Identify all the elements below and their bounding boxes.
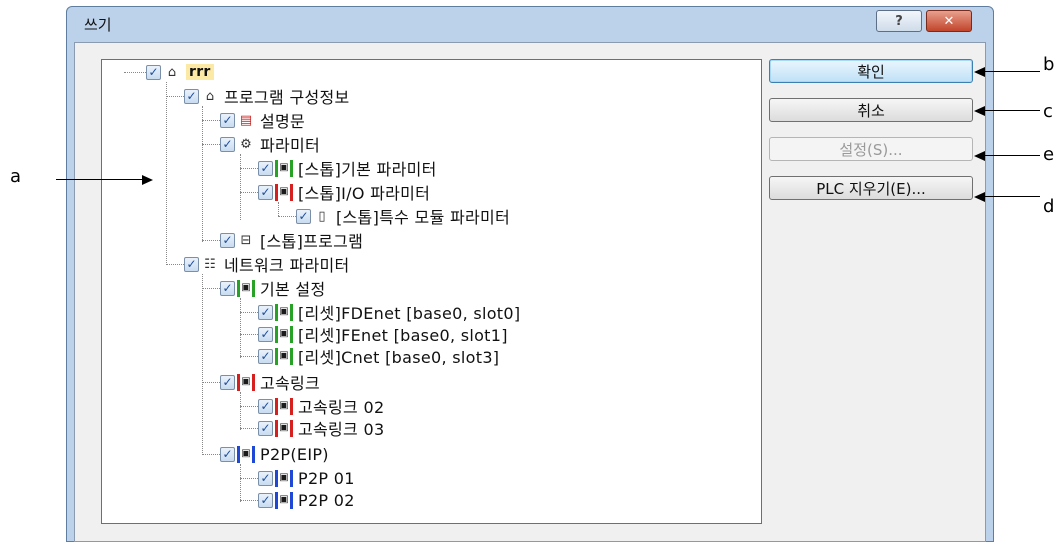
tree-node-highspeed-link[interactable]: ✓ ▣ 고속링크: [220, 371, 320, 393]
blue-module-icon: ▣: [237, 445, 255, 463]
tree-node-basic-parameter[interactable]: ✓ ▣ [스톱]기본 파라미터: [258, 157, 437, 179]
tree-node-label: [스톱]I/O 파라미터: [298, 184, 431, 203]
tree-node-label: 설명문: [260, 112, 306, 131]
write-items-tree[interactable]: ✓ ⌂ rrr ✓ ⌂ 프로그램 구성정보 ✓ ▤ 설명문 ✓ ⚙ 파라미터 ✓…: [101, 59, 762, 524]
callout-b-arrow: [984, 71, 1040, 72]
tree-node-label: [스톱]특수 모듈 파라미터: [336, 208, 511, 227]
tree-node-network-parameter[interactable]: ✓ ☷ 네트워크 파라미터: [184, 253, 350, 275]
program-icon: ⊟: [240, 232, 252, 248]
checkbox[interactable]: ✓: [220, 136, 235, 152]
checkbox[interactable]: ✓: [220, 446, 235, 462]
red-module-icon: ▣: [275, 397, 293, 415]
tree-node-highspeed-link-03[interactable]: ✓ ▣ 고속링크 03: [258, 417, 384, 439]
tree-node-cnet[interactable]: ✓ ▣ [리셋]Cnet [base0, slot3]: [258, 345, 499, 367]
special-module-icon: ▯: [318, 208, 326, 224]
checkbox[interactable]: ✓: [258, 326, 273, 342]
checkbox[interactable]: ✓: [220, 280, 235, 296]
io-parameter-icon: ▣: [275, 183, 293, 201]
callout-d: d: [1043, 196, 1055, 217]
tree-node-basic-settings[interactable]: ✓ ▣ 기본 설정: [220, 277, 325, 299]
callout-b-arrowhead: [974, 67, 985, 77]
checkbox[interactable]: ✓: [184, 256, 199, 272]
close-button[interactable]: ✕: [926, 10, 972, 32]
tree-node-description[interactable]: ✓ ▤ 설명문: [220, 109, 305, 131]
basic-parameter-icon: ▣: [275, 159, 293, 177]
parameter-icon: ⚙: [240, 136, 252, 152]
blue-module-icon: ▣: [275, 491, 293, 509]
project-icon: ⌂: [205, 88, 215, 104]
tree-node-io-parameter[interactable]: ✓ ▣ [스톱]I/O 파라미터: [258, 181, 430, 203]
tree-node-label: 고속링크: [260, 374, 321, 393]
tree-node-label: 파라미터: [260, 136, 321, 155]
checkbox[interactable]: ✓: [258, 398, 273, 414]
tree-node-p2p-eip[interactable]: ✓ ▣ P2P(EIP): [220, 443, 329, 465]
callout-c-arrow: [984, 110, 1040, 111]
tree-node-program-config[interactable]: ✓ ⌂ 프로그램 구성정보: [184, 85, 350, 107]
tree-node-rrr[interactable]: ✓ ⌂ rrr: [146, 61, 214, 83]
checkbox[interactable]: ✓: [258, 304, 273, 320]
checkbox[interactable]: ✓: [258, 420, 273, 436]
cancel-button[interactable]: 취소: [769, 98, 973, 122]
plc-clear-button[interactable]: PLC 지우기(E)...: [769, 176, 973, 200]
tree-node-label: P2P 02: [298, 490, 355, 510]
red-module-icon: ▣: [237, 373, 255, 391]
checkbox[interactable]: ✓: [258, 492, 273, 508]
tree-node-p2p-02[interactable]: ✓ ▣ P2P 02: [258, 489, 355, 511]
tree-node-fenet[interactable]: ✓ ▣ [리셋]FEnet [base0, slot1]: [258, 323, 508, 345]
callout-a-arrowhead: [142, 175, 153, 185]
callout-c: c: [1043, 101, 1053, 122]
green-module-icon: ▣: [275, 325, 293, 343]
callout-e: e: [1043, 144, 1055, 165]
callout-a: a: [10, 166, 22, 187]
blue-module-icon: ▣: [275, 469, 293, 487]
tree-node-label: 기본 설정: [260, 280, 326, 299]
checkbox[interactable]: ✓: [258, 160, 273, 176]
tree-node-label: [스톱]프로그램: [260, 232, 364, 251]
tree-node-label: 고속링크 02: [298, 398, 385, 417]
tree-node-special-module-parameter[interactable]: ✓ ▯ [스톱]특수 모듈 파라미터: [296, 205, 510, 227]
tree-node-label: 고속링크 03: [298, 420, 385, 439]
tree-node-highspeed-link-02[interactable]: ✓ ▣ 고속링크 02: [258, 395, 384, 417]
callout-d-arrow: [984, 196, 1040, 197]
checkbox[interactable]: ✓: [220, 374, 235, 390]
tree-node-label: 프로그램 구성정보: [224, 88, 350, 107]
callout-d-arrowhead: [974, 192, 985, 202]
tree-node-label: [리셋]Cnet [base0, slot3]: [298, 348, 500, 367]
callout-c-arrowhead: [974, 106, 985, 116]
tree-node-label: P2P(EIP): [260, 444, 329, 464]
tree-node-p2p-01[interactable]: ✓ ▣ P2P 01: [258, 467, 355, 489]
checkbox[interactable]: ✓: [258, 348, 273, 364]
tree-node-parameter[interactable]: ✓ ⚙ 파라미터: [220, 133, 320, 155]
tree-node-label: 네트워크 파라미터: [224, 256, 350, 275]
checkbox[interactable]: ✓: [258, 184, 273, 200]
checkbox[interactable]: ✓: [220, 232, 235, 248]
network-icon: ☷: [204, 256, 216, 272]
checkbox[interactable]: ✓: [258, 470, 273, 486]
checkbox[interactable]: ✓: [220, 112, 235, 128]
callout-e-arrow: [984, 155, 1040, 156]
tree-node-label: [스톱]기본 파라미터: [298, 160, 437, 179]
checkbox[interactable]: ✓: [296, 208, 311, 224]
tree-node-program[interactable]: ✓ ⊟ [스톱]프로그램: [220, 229, 363, 251]
project-icon: ⌂: [167, 64, 177, 80]
tree-node-label: [리셋]FEnet [base0, slot1]: [298, 326, 508, 345]
green-module-icon: ▣: [237, 279, 255, 297]
document-icon: ▤: [239, 112, 253, 128]
tree-node-label: [리셋]FDEnet [base0, slot0]: [298, 304, 521, 323]
ok-button[interactable]: 확인: [769, 59, 973, 83]
help-button[interactable]: ?: [876, 10, 922, 32]
green-module-icon: ▣: [275, 347, 293, 365]
callout-b: b: [1043, 54, 1055, 75]
red-module-icon: ▣: [275, 419, 293, 437]
tree-node-label: rrr: [186, 64, 214, 80]
green-module-icon: ▣: [275, 303, 293, 321]
checkbox[interactable]: ✓: [146, 64, 161, 80]
settings-button: 설정(S)...: [769, 137, 973, 161]
tree-node-fdenet[interactable]: ✓ ▣ [리셋]FDEnet [base0, slot0]: [258, 301, 520, 323]
tree-node-label: P2P 01: [298, 468, 355, 488]
window-title: 쓰기: [84, 16, 112, 34]
checkbox[interactable]: ✓: [184, 88, 199, 104]
callout-a-arrow: [56, 179, 142, 180]
callout-e-arrowhead: [974, 151, 985, 161]
